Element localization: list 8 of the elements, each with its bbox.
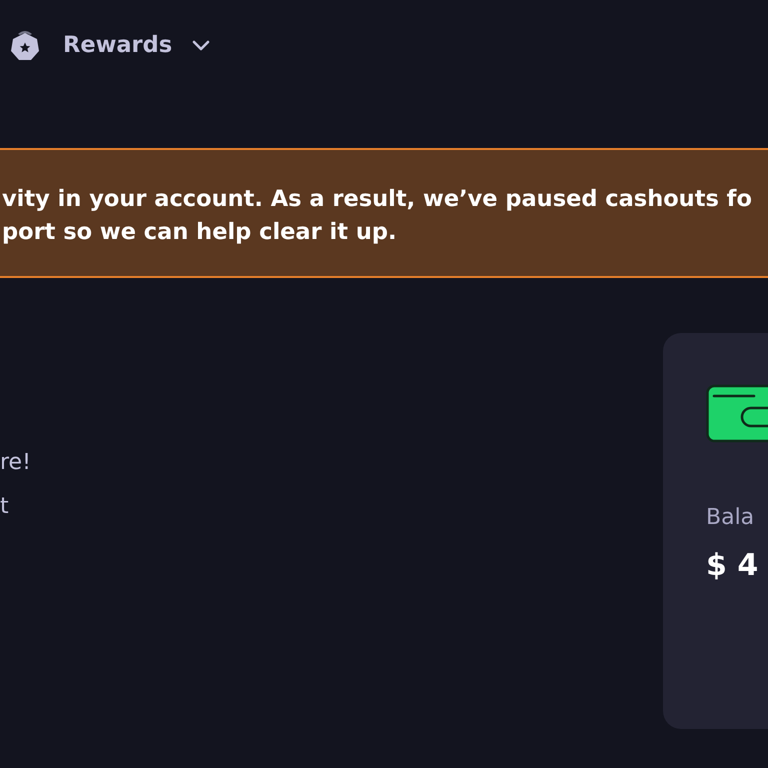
warning-text: vity in your account. As a result, we’ve paused cashouts fo [2,185,753,214]
intro-text: t [0,493,9,521]
balance-label: Bala [706,504,754,532]
wallet-icon [706,383,768,443]
balance-amount: $ 4 [706,547,758,585]
intro-text: re! [0,449,31,477]
warning-text: port so we can help clear it up. [2,218,398,247]
rewards-menu-button[interactable]: Rewards [63,32,210,58]
